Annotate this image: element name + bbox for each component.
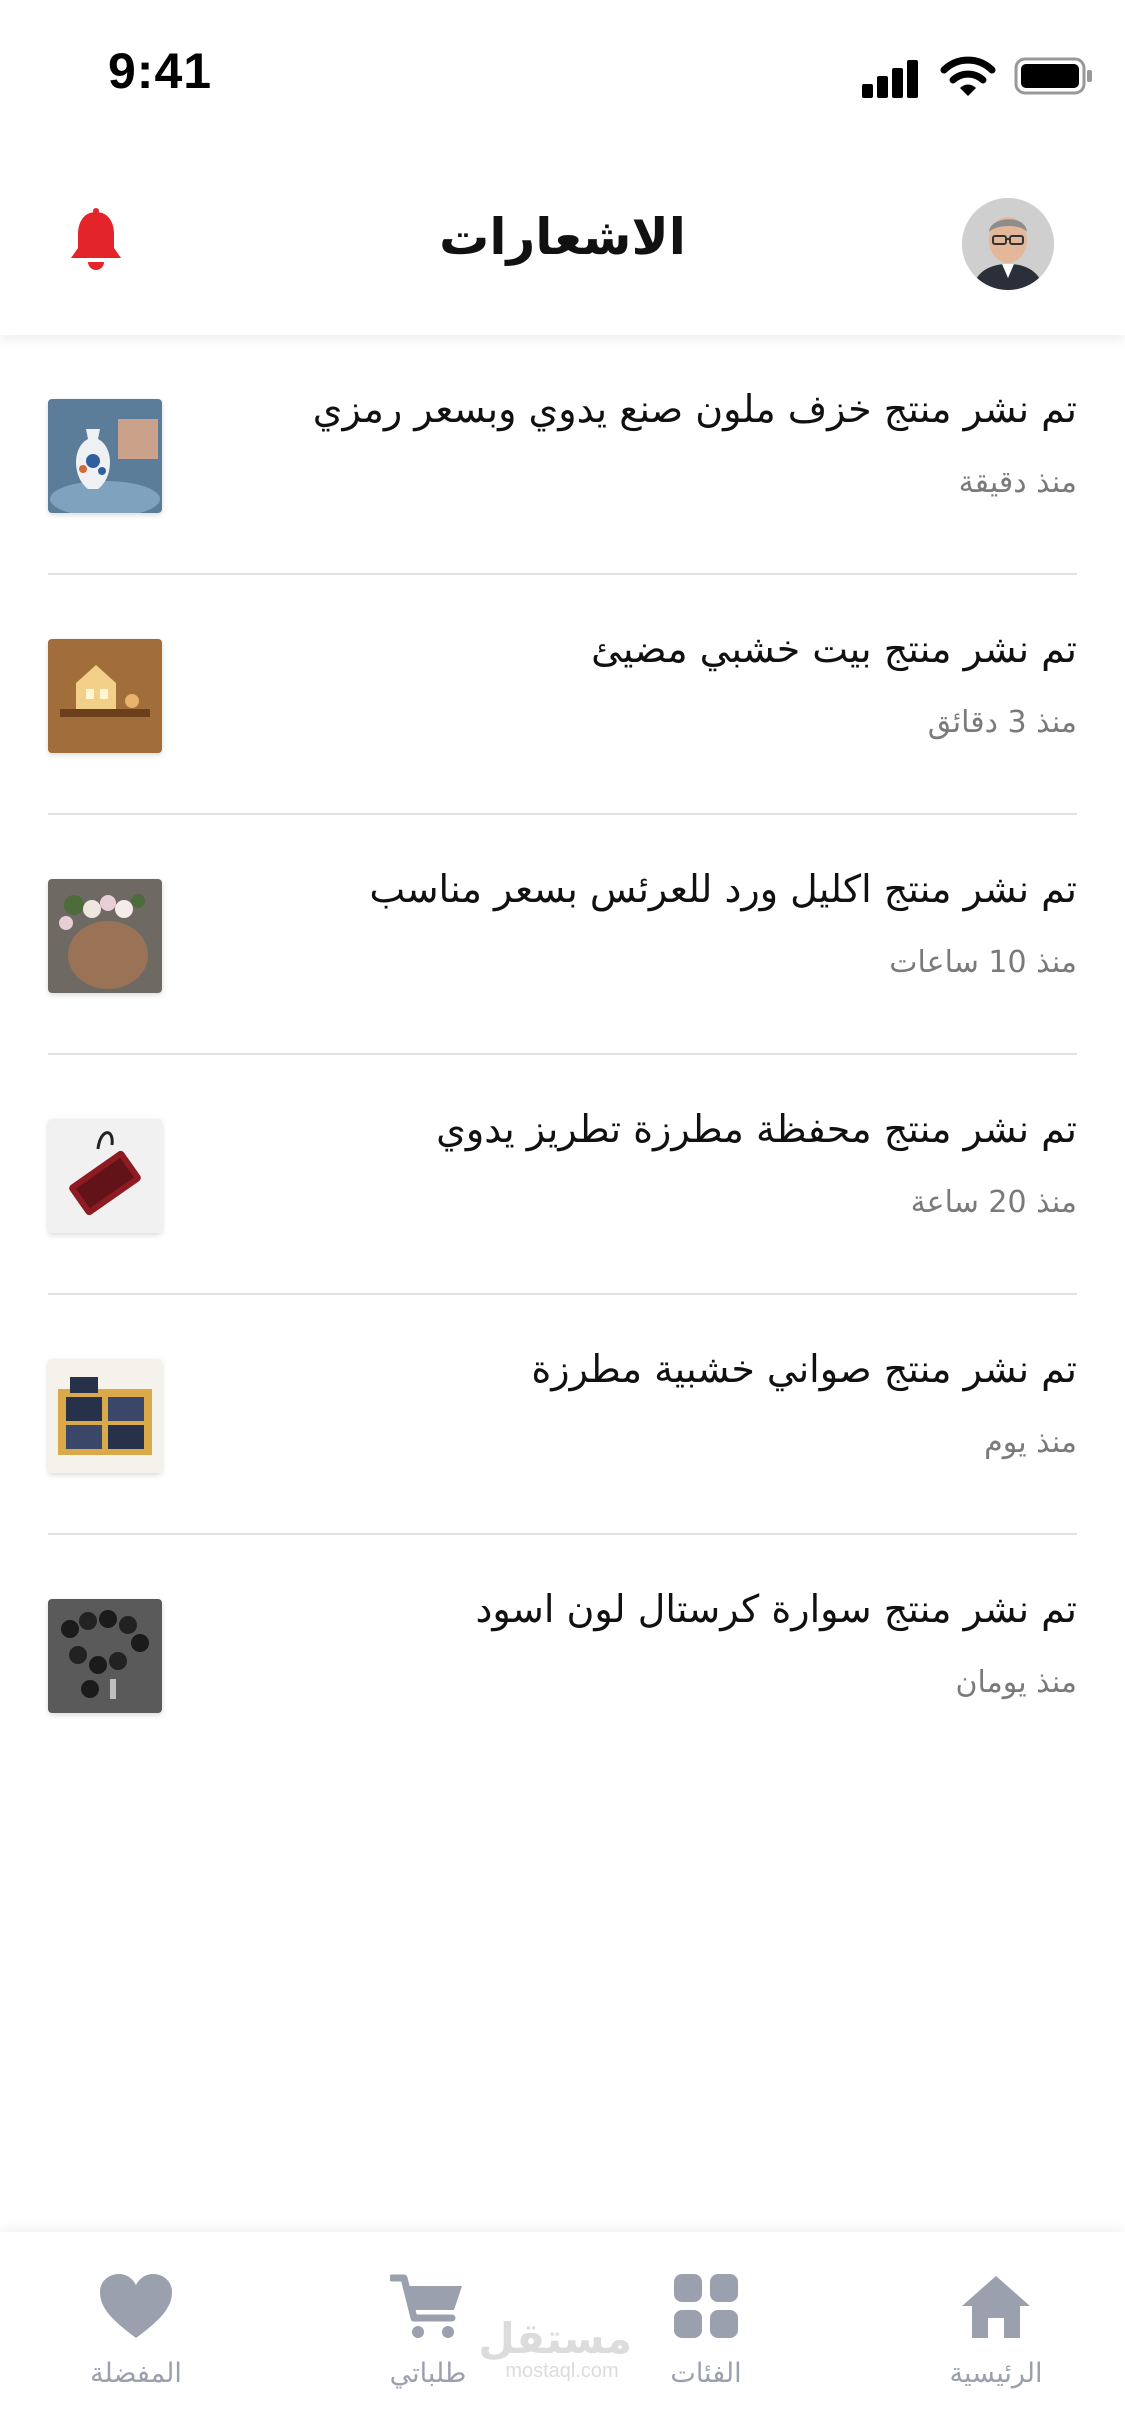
home-icon: [962, 2276, 1030, 2338]
notification-time: منذ 10 ساعات: [889, 945, 1077, 980]
nav-label: المفضلة: [90, 2358, 182, 2389]
cart-icon: [390, 2274, 462, 2338]
battery-icon: [1014, 57, 1092, 95]
nav-favorites[interactable]: المفضلة: [46, 2272, 226, 2389]
page-title: الاشعارات: [439, 208, 686, 266]
watermark: مستقل mostaql.com: [478, 2314, 632, 2383]
user-portrait-icon: [962, 198, 1054, 290]
cellular-signal-icon: [862, 58, 920, 98]
status-time: 9:41: [108, 43, 213, 99]
bottom-nav: الرئيسية الفئات طلباتي مستقل mostaql.com…: [0, 2232, 1125, 2436]
nav-home[interactable]: الرئيسية: [906, 2272, 1086, 2389]
notification-title: تم نشر منتج خزف ملون صنع يدوي وبسعر رمزي: [312, 387, 1077, 431]
notification-title: تم نشر منتج صواني خشبية مطرزة: [531, 1347, 1077, 1391]
notification-time: منذ يوم: [984, 1425, 1077, 1460]
avatar[interactable]: [962, 198, 1054, 290]
notification-item[interactable]: تم نشر منتج خزف ملون صنع يدوي وبسعر رمزي…: [0, 335, 1125, 575]
watermark-latin: mostaql.com: [505, 2360, 619, 2382]
flower-crown-thumbnail: [48, 879, 162, 993]
notification-time: منذ دقيقة: [958, 465, 1077, 500]
wifi-icon: [940, 56, 996, 96]
notification-title: تم نشر منتج سوارة كرستال لون اسود: [475, 1587, 1077, 1631]
notification-item[interactable]: تم نشر منتج اكليل ورد للعرئس بسعر مناسب …: [0, 815, 1125, 1055]
notification-title: تم نشر منتج اكليل ورد للعرئس بسعر مناسب: [369, 867, 1077, 911]
grid-icon: [674, 2274, 738, 2338]
notification-title: تم نشر منتج بيت خشبي مضيئ: [591, 627, 1077, 671]
wooden-trays-thumbnail: [48, 1359, 162, 1473]
notification-item[interactable]: تم نشر منتج بيت خشبي مضيئ منذ 3 دقائق: [0, 575, 1125, 815]
notification-time: منذ 3 دقائق: [927, 705, 1077, 740]
nav-label: الرئيسية: [949, 2358, 1043, 2389]
black-bracelet-thumbnail: [48, 1599, 162, 1713]
notification-item[interactable]: تم نشر منتج محفظة مطرزة تطريز يدوي منذ 2…: [0, 1055, 1125, 1295]
notification-item[interactable]: تم نشر منتج صواني خشبية مطرزة منذ يوم: [0, 1295, 1125, 1535]
pottery-vase-thumbnail: [48, 399, 162, 513]
embroidered-wallet-thumbnail: [48, 1119, 162, 1233]
heart-icon: [100, 2274, 172, 2338]
notifications-list: تم نشر منتج خزف ملون صنع يدوي وبسعر رمزي…: [0, 335, 1125, 1775]
notification-item[interactable]: تم نشر منتج سوارة كرستال لون اسود منذ يو…: [0, 1535, 1125, 1775]
status-bar: 9:41: [0, 0, 1125, 150]
notification-time: منذ يومان: [955, 1665, 1078, 1700]
notification-time: منذ 20 ساعة: [910, 1185, 1077, 1220]
watermark-arabic: مستقل: [478, 2314, 632, 2363]
wooden-house-lamp-thumbnail: [48, 639, 162, 753]
nav-label: الفئات: [670, 2358, 742, 2389]
notification-title: تم نشر منتج محفظة مطرزة تطريز يدوي: [436, 1107, 1077, 1151]
app-header: الاشعارات: [0, 150, 1125, 335]
nav-categories[interactable]: الفئات: [616, 2272, 796, 2389]
